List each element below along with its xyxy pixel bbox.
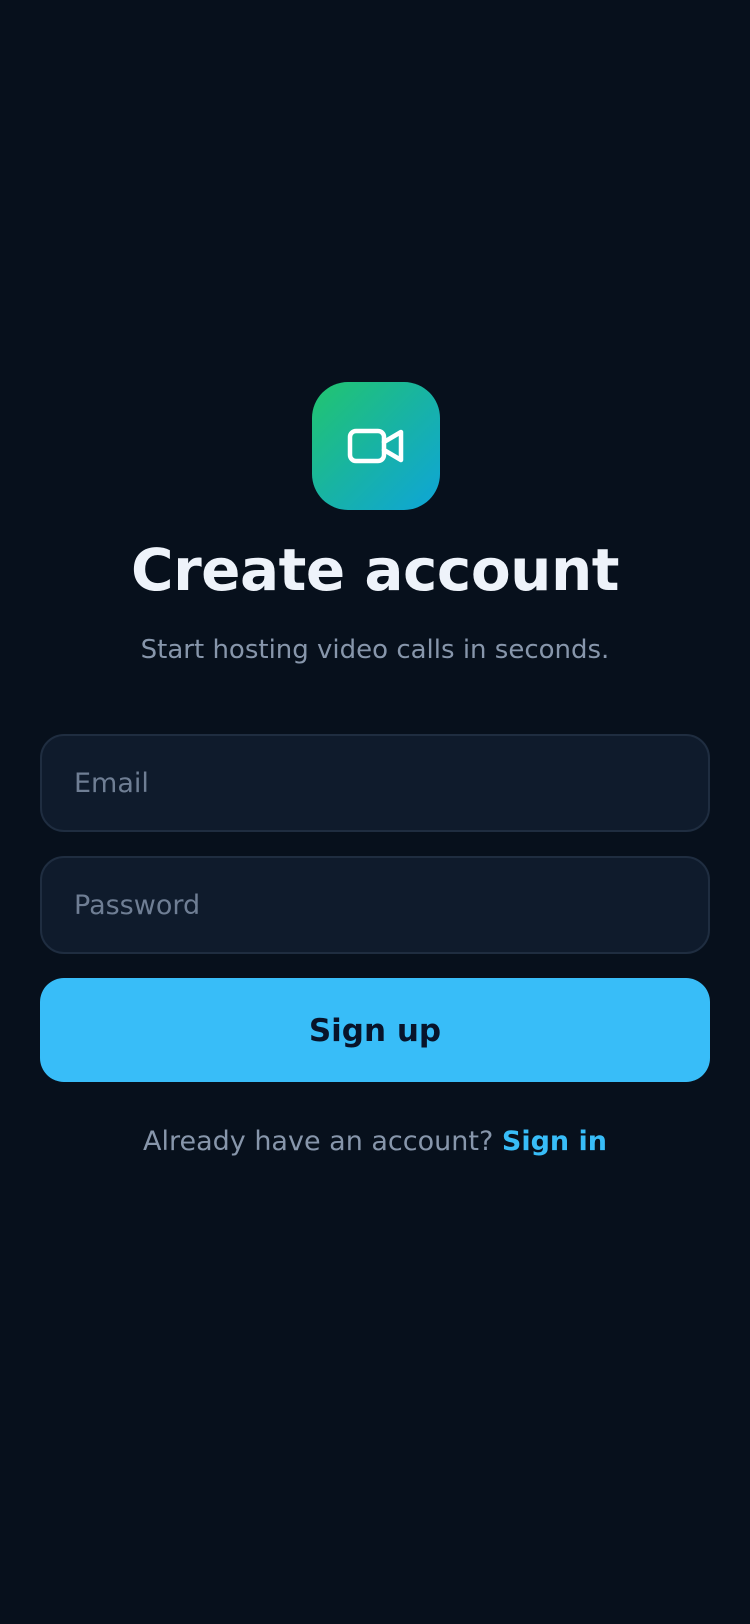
sign-up-button[interactable]: Sign up: [40, 978, 710, 1082]
sign-in-prompt: Already have an account? Sign in: [0, 1122, 750, 1162]
password-field[interactable]: [40, 856, 710, 954]
page-subtitle: Start hosting video calls in seconds.: [140, 635, 610, 665]
password-input[interactable]: [42, 858, 708, 952]
page-title: Create account: [131, 536, 619, 604]
email-field[interactable]: [40, 734, 710, 832]
email-input[interactable]: [42, 736, 708, 830]
sign-in-prompt-text: Already have an account?: [142, 1126, 502, 1157]
app-logo: [312, 382, 440, 510]
signup-screen: Create account Start hosting video calls…: [0, 0, 750, 1624]
sign-in-link[interactable]: Sign in: [502, 1126, 607, 1157]
video-camera-icon: [347, 428, 404, 464]
